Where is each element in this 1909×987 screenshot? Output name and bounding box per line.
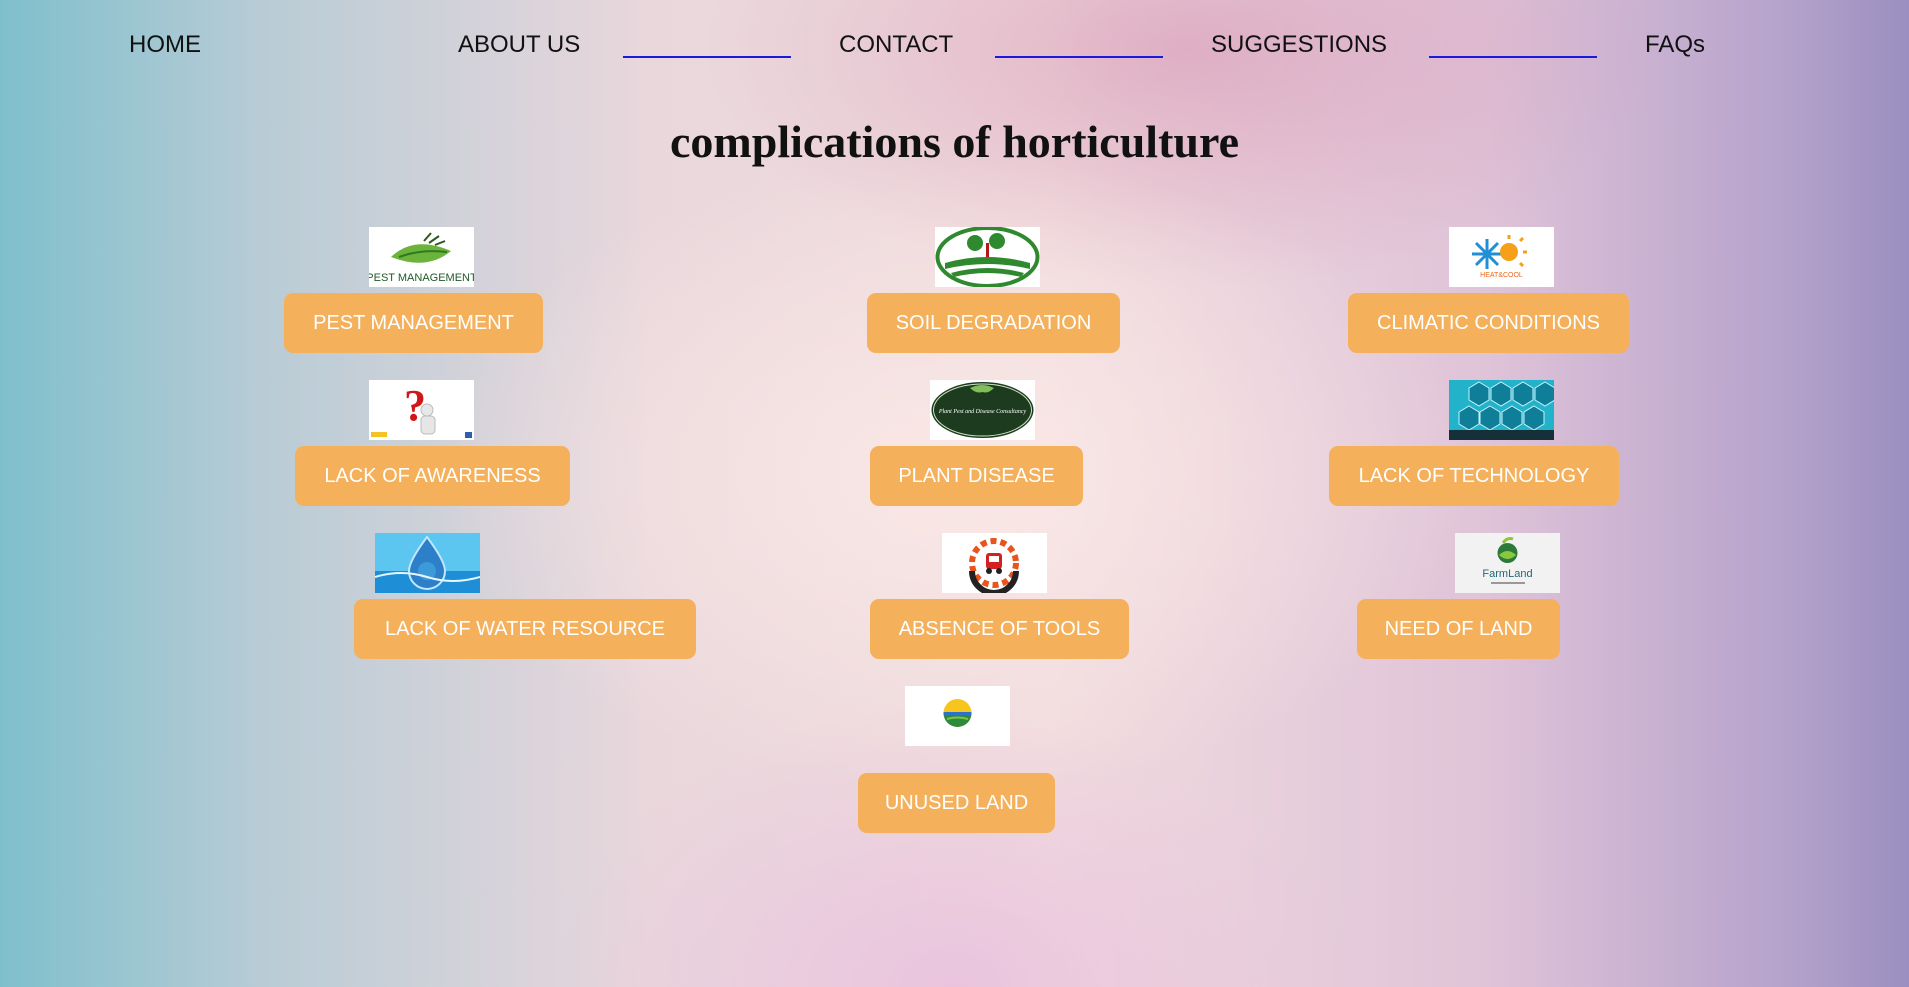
svg-text:FarmLand: FarmLand (1482, 568, 1532, 580)
need-of-land-button[interactable]: NEED OF LAND (1357, 599, 1560, 659)
svg-text:PEST MANAGEMENT: PEST MANAGEMENT (369, 272, 474, 284)
climatic-conditions-button[interactable]: CLIMATIC CONDITIONS (1348, 293, 1629, 353)
lack-of-awareness-logo: ? (369, 380, 474, 440)
lack-of-water-resource-button[interactable]: LACK OF WATER RESOURCE (354, 599, 696, 659)
water-resource-logo (375, 533, 480, 593)
page-title: complications of horticulture (670, 116, 1239, 167)
lack-of-technology-logo (1449, 380, 1554, 440)
plant-disease-button[interactable]: PLANT DISEASE (870, 446, 1083, 506)
nav-home-link[interactable]: HOME (129, 30, 201, 60)
nav-separator (995, 56, 1163, 58)
lack-of-awareness-button[interactable]: LACK OF AWARENESS (295, 446, 570, 506)
pest-management-button[interactable]: PEST MANAGEMENT (284, 293, 543, 353)
soil-degradation-logo (935, 227, 1040, 287)
climatic-conditions-logo: HEAT&COOL (1449, 227, 1554, 287)
svg-text:HEAT&COOL: HEAT&COOL (1480, 272, 1523, 279)
absence-of-tools-logo (942, 533, 1047, 593)
pest-management-logo: PEST MANAGEMENT (369, 227, 474, 287)
unused-land-button[interactable]: UNUSED LAND (858, 773, 1055, 833)
plant-disease-logo: Plant Pest and Disease Consultancy (930, 380, 1035, 440)
nav-faqs-link[interactable]: FAQs (1645, 30, 1705, 60)
absence-of-tools-button[interactable]: ABSENCE OF TOOLS (870, 599, 1129, 659)
lack-of-technology-button[interactable]: LACK OF TECHNOLOGY (1329, 446, 1619, 506)
nav-separator (623, 56, 791, 58)
svg-text:Plant Pest and Disease Consult: Plant Pest and Disease Consultancy (938, 409, 1027, 415)
nav-suggestions-link[interactable]: SUGGESTIONS (1211, 30, 1387, 60)
need-of-land-logo: FarmLand (1455, 533, 1560, 593)
nav-contact-link[interactable]: CONTACT (839, 30, 953, 60)
soil-degradation-button[interactable]: SOIL DEGRADATION (867, 293, 1120, 353)
nav-about-link[interactable]: ABOUT US (458, 30, 580, 60)
unused-land-logo (905, 686, 1010, 746)
nav-separator (1429, 56, 1597, 58)
